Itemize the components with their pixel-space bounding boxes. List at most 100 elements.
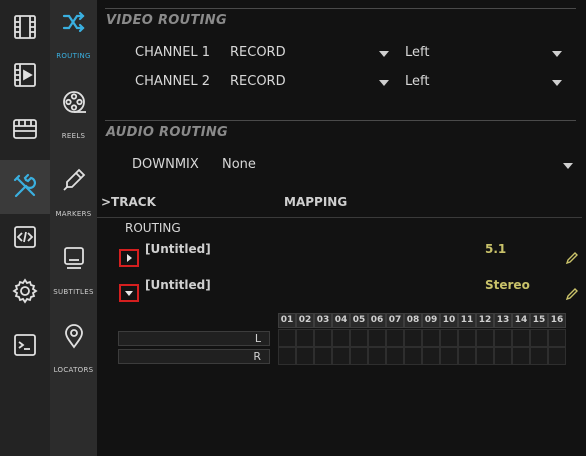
terminal-icon (14, 334, 36, 356)
mapping-cell[interactable] (530, 347, 548, 365)
mapping-cell[interactable] (548, 329, 566, 347)
downmix-select[interactable]: None (222, 157, 256, 172)
mapping-cell[interactable] (476, 329, 494, 347)
shuffle-icon (62, 11, 85, 33)
chevron-right-icon (126, 254, 132, 262)
tools-icon (13, 173, 36, 198)
audio-routing-title: AUDIO ROUTING (106, 125, 229, 140)
divider (97, 217, 582, 218)
mapping-cell[interactable] (458, 347, 476, 365)
track-2-name: [Untitled] (145, 278, 211, 292)
edit-pencil-icon[interactable] (565, 287, 579, 301)
mapping-cell[interactable] (368, 329, 386, 347)
routing-label: ROUTING (125, 221, 181, 235)
downmix-label: DOWNMIX (132, 157, 199, 172)
left-rail (0, 0, 50, 456)
channel-row-label: R (118, 349, 270, 364)
track-1-expand-button[interactable] (119, 249, 139, 267)
mapping-cell[interactable] (548, 347, 566, 365)
mapping-cell[interactable] (314, 347, 332, 365)
nav-item-markers[interactable]: MARKERS (50, 158, 97, 236)
code-icon (14, 226, 36, 248)
mapping-cell[interactable] (458, 329, 476, 347)
mapping-cell[interactable] (368, 347, 386, 365)
channel-column-header: 02 (296, 313, 314, 328)
mapping-cell[interactable] (494, 329, 512, 347)
channel-1-label: CHANNEL 1 (135, 45, 211, 60)
mapping-cell[interactable] (278, 347, 296, 365)
mapping-cell[interactable] (476, 347, 494, 365)
channel-column-header: 11 (458, 313, 476, 328)
mapping-cell[interactable] (332, 329, 350, 347)
mapping-cell[interactable] (440, 347, 458, 365)
chevron-down-icon[interactable] (552, 80, 562, 86)
nav-label: MARKERS (55, 210, 92, 218)
chevron-down-icon[interactable] (552, 51, 562, 57)
mapping-cell[interactable] (386, 347, 404, 365)
channel-2-side-select[interactable]: Left (405, 74, 429, 89)
film-icon (14, 15, 36, 39)
channel-2-source-select[interactable]: RECORD (230, 74, 286, 89)
divider (105, 120, 576, 121)
track-column-header[interactable]: >TRACK (101, 195, 156, 209)
mapping-cell[interactable] (332, 347, 350, 365)
mapping-cell[interactable] (278, 329, 296, 347)
channel-column-header: 13 (494, 313, 512, 328)
nav-item-routing[interactable]: ROUTING (50, 0, 97, 78)
rail-video-button[interactable] (0, 48, 50, 102)
edit-pencil-icon[interactable] (565, 251, 579, 265)
channel-column-header: 16 (548, 313, 566, 328)
mapping-cell[interactable] (296, 347, 314, 365)
channel-row-label: L (118, 331, 270, 346)
track-1-name: [Untitled] (145, 242, 211, 256)
mapping-cell[interactable] (512, 329, 530, 347)
mapping-cell[interactable] (494, 347, 512, 365)
video-routing-title: VIDEO ROUTING (106, 13, 227, 28)
rail-settings-button[interactable] (0, 264, 50, 318)
mapping-cell[interactable] (386, 329, 404, 347)
nav-item-reels[interactable]: REELS (50, 80, 97, 158)
rail-tools-button[interactable] (0, 160, 50, 214)
mapping-cell[interactable] (512, 347, 530, 365)
rail-film-button[interactable] (0, 0, 50, 54)
location-pin-icon (64, 324, 83, 349)
channel-column-header: 09 (422, 313, 440, 328)
mapping-cell[interactable] (350, 347, 368, 365)
section-nav: ROUTING REELS MARKERS SUBTITLES LOCATORS (50, 0, 97, 456)
channel-column-header: 04 (332, 313, 350, 328)
mapping-cell[interactable] (404, 347, 422, 365)
channel-1-source-select[interactable]: RECORD (230, 45, 286, 60)
mapping-cell[interactable] (440, 329, 458, 347)
chevron-down-icon[interactable] (563, 163, 573, 169)
nav-item-locators[interactable]: LOCATORS (50, 314, 97, 392)
mapping-column-header: MAPPING (284, 195, 348, 209)
mapping-cell[interactable] (314, 329, 332, 347)
gear-icon (12, 278, 38, 304)
tray-icon (13, 119, 37, 139)
mapping-cell[interactable] (422, 329, 440, 347)
channel-column-header: 01 (278, 313, 296, 328)
channel-column-header: 15 (530, 313, 548, 328)
channel-column-header: 06 (368, 313, 386, 328)
nav-item-subtitles[interactable]: SUBTITLES (50, 236, 97, 314)
nav-label: LOCATORS (53, 366, 94, 374)
chevron-down-icon[interactable] (379, 51, 389, 57)
rail-code-button[interactable] (0, 210, 50, 264)
mapping-cell[interactable] (404, 329, 422, 347)
mapping-cell[interactable] (296, 329, 314, 347)
mapping-cell[interactable] (530, 329, 548, 347)
mapping-cell[interactable] (350, 329, 368, 347)
rail-terminal-button[interactable] (0, 318, 50, 372)
channel-2-label: CHANNEL 2 (135, 74, 211, 89)
mapping-cell[interactable] (422, 347, 440, 365)
rail-tray-button[interactable] (0, 102, 50, 156)
chevron-down-icon[interactable] (379, 80, 389, 86)
channel-1-side-select[interactable]: Left (405, 45, 429, 60)
track-2-expand-button[interactable] (119, 284, 139, 302)
divider (105, 8, 576, 9)
track-2-mapping: Stereo (485, 278, 530, 292)
nav-label: ROUTING (56, 52, 91, 60)
film-reel-icon (62, 91, 86, 113)
nav-label: REELS (61, 132, 86, 140)
nav-label: SUBTITLES (53, 288, 94, 296)
